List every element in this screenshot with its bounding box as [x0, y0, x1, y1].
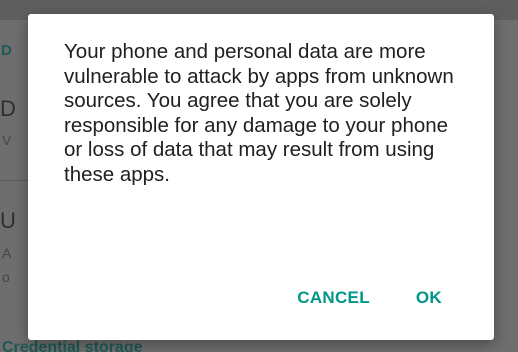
background-category-credential-storage: Credential storage [2, 339, 143, 352]
background-setting-summary: V [2, 132, 12, 148]
screen: D D V U A o Credential storage Your phon… [0, 0, 518, 352]
background-setting-title: U [0, 208, 16, 233]
unknown-sources-warning-dialog: Your phone and personal data are more vu… [28, 14, 494, 340]
background-divider [0, 180, 30, 181]
background-setting-summary: A [2, 245, 12, 261]
background-setting-summary: o [2, 269, 10, 285]
dialog-actions: CANCEL OK [289, 280, 494, 316]
background-section-header: D [1, 42, 12, 59]
ok-button[interactable]: OK [408, 282, 450, 314]
cancel-button[interactable]: CANCEL [289, 282, 378, 314]
background-setting-title: D [0, 96, 16, 121]
dialog-message: Your phone and personal data are more vu… [64, 40, 454, 186]
